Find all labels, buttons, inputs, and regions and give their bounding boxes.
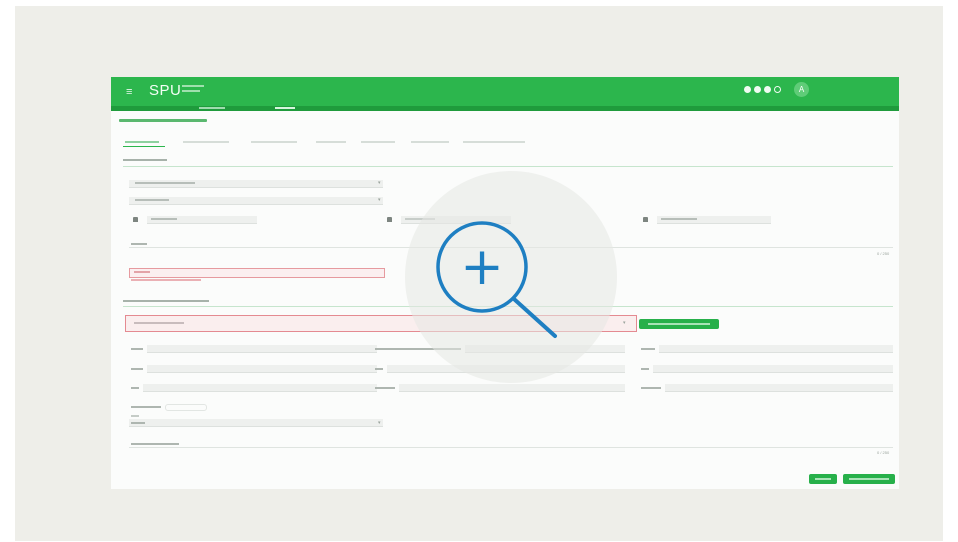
text-field[interactable] xyxy=(653,365,893,373)
nav-tab-indicator[interactable] xyxy=(199,107,225,109)
select-field[interactable] xyxy=(129,197,383,205)
field-label xyxy=(375,368,383,370)
chevron-down-icon: ▾ xyxy=(378,180,381,186)
settings-icon[interactable] xyxy=(774,86,781,93)
field-label xyxy=(641,387,661,389)
app-header: ≡ SPU A xyxy=(111,77,899,106)
user-avatar[interactable]: A xyxy=(794,82,809,97)
zoom-in-icon[interactable]: + xyxy=(427,212,567,352)
location-icon xyxy=(643,217,648,222)
field-label xyxy=(131,415,139,417)
field-label xyxy=(131,243,147,245)
tab[interactable] xyxy=(411,141,449,143)
char-counter: 0 / 250 xyxy=(877,251,890,256)
section-heading xyxy=(123,159,167,161)
app-logo: SPU xyxy=(149,82,182,99)
logo-subtitle-line xyxy=(182,85,204,87)
location-icon xyxy=(387,217,392,222)
menu-icon[interactable]: ≡ xyxy=(126,86,132,98)
page-title xyxy=(119,119,207,122)
logo-subtitle-line xyxy=(182,90,200,92)
field-label xyxy=(131,406,161,408)
field-label xyxy=(134,271,150,273)
help-icon[interactable] xyxy=(754,86,761,93)
text-field[interactable] xyxy=(659,345,893,353)
field-label xyxy=(131,443,179,445)
select-placeholder xyxy=(134,322,184,324)
text-field[interactable] xyxy=(147,365,377,373)
tab[interactable] xyxy=(183,141,229,143)
tab[interactable] xyxy=(361,141,395,143)
chevron-down-icon: ▾ xyxy=(378,197,381,203)
text-field[interactable] xyxy=(399,384,625,392)
location-field[interactable] xyxy=(147,216,257,224)
text-field[interactable] xyxy=(143,384,377,392)
header-nav-strip xyxy=(111,106,899,111)
select-field[interactable] xyxy=(129,180,383,188)
select-field[interactable] xyxy=(129,419,383,427)
button-label xyxy=(648,322,710,325)
select-value xyxy=(135,182,195,184)
notification-icon[interactable] xyxy=(744,86,751,93)
nav-tab-indicator[interactable] xyxy=(275,107,295,109)
search-button[interactable] xyxy=(639,319,719,329)
submit-button[interactable] xyxy=(843,474,895,484)
button-label xyxy=(815,477,831,480)
field-label xyxy=(131,368,143,370)
field-value xyxy=(151,218,177,220)
button-label xyxy=(849,477,889,480)
tab[interactable] xyxy=(316,141,346,143)
toggle-switch[interactable] xyxy=(165,404,207,411)
field-label xyxy=(375,387,395,389)
field-label xyxy=(131,348,143,350)
tab-active-underline xyxy=(123,146,165,147)
field-label xyxy=(131,387,139,389)
char-counter: 0 / 250 xyxy=(877,450,890,455)
select-value xyxy=(131,422,145,424)
field-label xyxy=(641,348,655,350)
location-icon xyxy=(133,217,138,222)
tab-active[interactable] xyxy=(125,141,159,143)
required-field-error[interactable] xyxy=(129,268,385,278)
save-button[interactable] xyxy=(809,474,837,484)
plus-icon: + xyxy=(460,237,504,297)
text-field[interactable] xyxy=(665,384,893,392)
text-field[interactable] xyxy=(147,345,377,353)
tab[interactable] xyxy=(251,141,297,143)
location-field[interactable] xyxy=(657,216,771,224)
section-heading xyxy=(123,300,209,302)
chevron-down-icon: ▾ xyxy=(378,420,381,426)
error-message xyxy=(131,279,201,281)
section-divider xyxy=(123,166,893,167)
tab[interactable] xyxy=(463,141,525,143)
field-label xyxy=(641,368,649,370)
magnifier-handle xyxy=(512,297,557,338)
select-value xyxy=(135,199,169,201)
chevron-down-icon: ▾ xyxy=(623,320,626,326)
textarea-field[interactable] xyxy=(129,447,893,448)
field-value xyxy=(661,218,697,220)
apps-icon[interactable] xyxy=(764,86,771,93)
